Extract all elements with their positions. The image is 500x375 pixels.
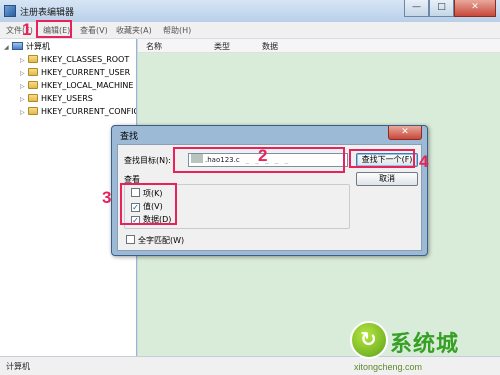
menu-bar: 文件(F) 编辑(E) 查看(V) 收藏夹(A) 帮助(H) <box>0 22 500 39</box>
folder-icon <box>28 55 38 63</box>
annotation-box-find-next <box>349 149 415 168</box>
annotation-number-4: 4 <box>419 152 429 171</box>
menu-view[interactable]: 查看(V) <box>80 25 108 36</box>
column-type[interactable]: 类型 <box>214 41 230 52</box>
list-header: 名称 类型 数据 <box>138 39 500 53</box>
window-controls: — □ ✕ <box>404 0 496 18</box>
match-whole-label: 全字匹配(W) <box>138 236 185 245</box>
menu-help[interactable]: 帮助(H) <box>163 25 191 36</box>
status-path: 计算机 <box>6 362 30 371</box>
tree-item-label: 计算机 <box>26 42 50 51</box>
folder-icon <box>28 94 38 102</box>
tree-item-label: HKEY_CURRENT_USER <box>41 68 131 77</box>
title-bar: 注册表编辑器 — □ ✕ <box>0 0 500 22</box>
folder-icon <box>28 81 38 89</box>
tree-item-computer[interactable]: ◢ 计算机 <box>4 41 50 53</box>
column-name[interactable]: 名称 <box>146 41 162 52</box>
annotation-box-edit-menu <box>36 20 72 38</box>
tree-item-label: HKEY_CURRENT_CONFIG <box>41 107 137 116</box>
column-data[interactable]: 数据 <box>262 41 278 52</box>
watermark-logo-icon: ↻ <box>350 321 388 359</box>
cancel-button[interactable]: 取消 <box>356 172 418 186</box>
tree-item-label: HKEY_LOCAL_MACHINE <box>41 81 134 90</box>
checkbox-match-whole[interactable] <box>126 235 135 244</box>
watermark-site: xitongcheng.com <box>354 362 423 372</box>
tree-item-label: HKEY_CLASSES_ROOT <box>41 55 130 64</box>
tree-item-hklm[interactable]: ▷ HKEY_LOCAL_MACHINE <box>20 81 133 93</box>
expand-arrow-icon[interactable]: ▷ <box>20 70 28 77</box>
option-match-whole[interactable]: 全字匹配(W) <box>126 235 184 246</box>
tree-item-hkcc[interactable]: ▷ HKEY_CURRENT_CONFIG <box>20 107 137 119</box>
dialog-title: 查找 <box>120 132 139 142</box>
status-bar: 计算机 <box>0 356 500 375</box>
tree-item-hkcr[interactable]: ▷ HKEY_CLASSES_ROOT <box>20 55 129 67</box>
tree-item-hkcu[interactable]: ▷ HKEY_CURRENT_USER <box>20 68 130 80</box>
watermark-title: 系统城 <box>390 332 460 357</box>
folder-icon <box>28 68 38 76</box>
expand-arrow-icon[interactable]: ▷ <box>20 109 28 116</box>
expand-arrow-icon[interactable]: ▷ <box>20 96 28 103</box>
close-button[interactable]: ✕ <box>454 0 496 17</box>
computer-icon <box>12 42 23 50</box>
registry-app-icon <box>4 5 16 17</box>
dialog-close-button[interactable]: ✕ <box>388 126 422 140</box>
maximize-button[interactable]: □ <box>429 0 454 17</box>
annotation-number-3: 3 <box>102 188 112 207</box>
tree-item-hku[interactable]: ▷ HKEY_USERS <box>20 94 93 106</box>
annotation-number-2: 2 <box>258 146 268 165</box>
find-what-label: 查找目标(N): <box>124 156 171 165</box>
expand-arrow-icon[interactable]: ▷ <box>20 57 28 64</box>
tree-item-label: HKEY_USERS <box>41 94 93 103</box>
folder-icon <box>28 107 38 115</box>
window-title: 注册表编辑器 <box>20 8 75 18</box>
expand-arrow-icon[interactable]: ▷ <box>20 83 28 90</box>
minimize-button[interactable]: — <box>404 0 429 17</box>
expand-arrow-icon[interactable]: ◢ <box>4 44 12 51</box>
menu-favorites[interactable]: 收藏夹(A) <box>116 25 152 36</box>
annotation-number-1: 1 <box>22 20 32 39</box>
annotation-box-options <box>120 183 177 225</box>
